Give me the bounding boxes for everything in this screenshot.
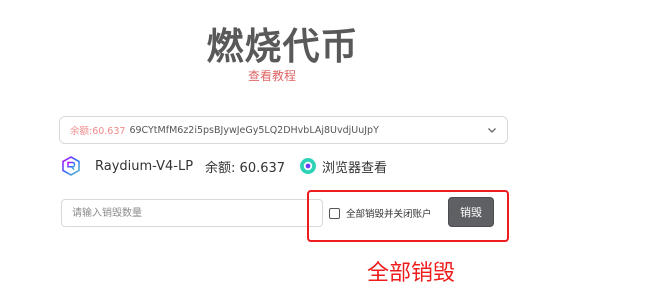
- burn-button[interactable]: 销毁: [448, 197, 494, 227]
- page-title: 燃烧代币: [206, 25, 359, 68]
- select-balance-label: 余额:: [70, 126, 93, 137]
- select-token-address: 69CYtMfM6z2i5psBJywJeGy5LQ2DHvbLAj8UvdjU…: [129, 124, 379, 136]
- close-account-checkbox[interactable]: [329, 207, 340, 219]
- chevron-down-icon: [488, 128, 496, 133]
- close-account-option[interactable]: 全部销毁并关闭账户: [329, 206, 432, 220]
- close-account-label: 全部销毁并关闭账户: [346, 209, 432, 220]
- select-balance-value: 60.637: [92, 126, 126, 137]
- token-name: Raydium-V4-LP: [95, 158, 194, 174]
- raydium-logo-icon: [62, 156, 80, 176]
- token-account-select[interactable]: 余额:60.637 69CYtMfM6z2i5psBJywJeGy5LQ2DHv…: [59, 116, 508, 144]
- token-balance: 余额: 60.637: [205, 160, 286, 176]
- burn-amount-input[interactable]: [61, 199, 323, 227]
- explorer-link[interactable]: 浏览器查看: [322, 157, 387, 176]
- tutorial-link[interactable]: 查看教程: [248, 67, 296, 84]
- explorer-icon[interactable]: [299, 157, 317, 175]
- select-balance: 余额:60.637: [70, 123, 125, 137]
- token-info-row: Raydium-V4-LP 余额: 60.637 浏览器查看: [61, 155, 387, 177]
- annotation-label: 全部销毁: [367, 261, 456, 286]
